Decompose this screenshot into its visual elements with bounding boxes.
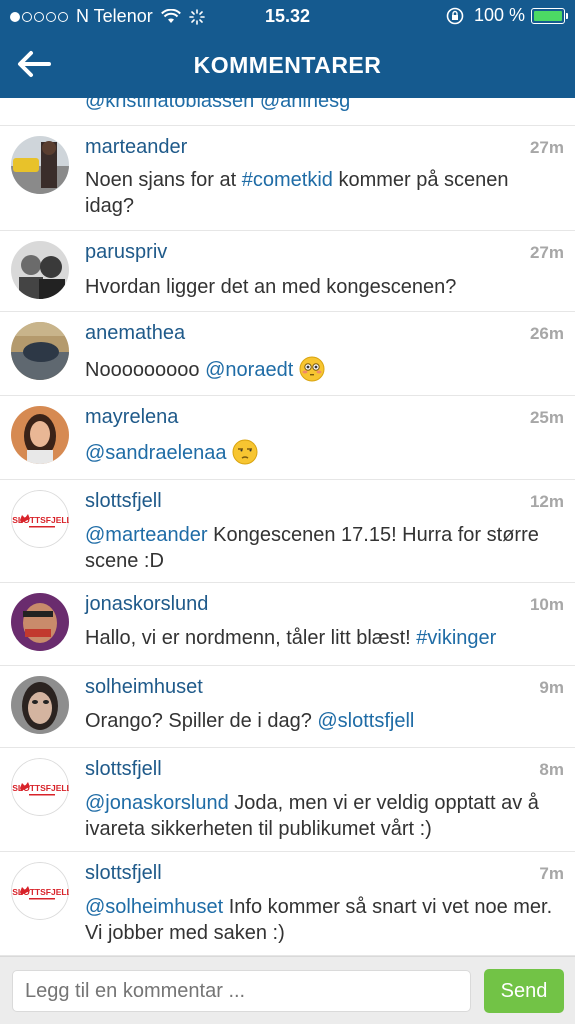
avatar[interactable]: SLOTTSFJELL bbox=[11, 758, 69, 816]
comment-text-segment: Hallo, vi er nordmenn, tåler litt blæst! bbox=[85, 627, 417, 649]
mention-link[interactable]: @noraedt bbox=[205, 359, 293, 381]
avatar[interactable]: SLOTTSFJELL bbox=[11, 862, 69, 920]
battery-icon bbox=[531, 7, 568, 24]
avatar[interactable] bbox=[11, 136, 69, 194]
avatar[interactable] bbox=[11, 593, 69, 651]
page-title: KOMMENTARER bbox=[193, 52, 382, 78]
comment-time: 10m bbox=[529, 595, 564, 614]
comments-list[interactable]: @kristinatobiassen @aninesg marteander 27… bbox=[0, 98, 575, 956]
comment-text-segment: Hvordan ligger det an med kongescenen? bbox=[85, 276, 457, 298]
comment-username[interactable]: slottsfjell bbox=[85, 862, 162, 885]
svg-text:SLOTTSFJELL: SLOTTSFJELL bbox=[12, 783, 69, 793]
comment-row[interactable]: solheimhuset 9m Orango? Spiller de i dag? … bbox=[0, 666, 575, 748]
comment-username[interactable]: anemathea bbox=[85, 322, 185, 345]
comment-time: 27m bbox=[529, 243, 564, 262]
mention-link[interactable]: @slottsfjell bbox=[317, 710, 414, 732]
mention-link[interactable]: @sandraelenaa bbox=[85, 442, 227, 464]
comment-text: @marteander Kongescenen 17.15! Hurra for… bbox=[85, 522, 563, 574]
status-right: 100 % bbox=[446, 5, 568, 26]
comment-username[interactable]: marteander bbox=[85, 136, 187, 159]
mention-link[interactable]: @marteander bbox=[85, 524, 208, 546]
svg-text:SLOTTSFJELL: SLOTTSFJELL bbox=[12, 515, 69, 525]
svg-text:SLOTTSFJELL: SLOTTSFJELL bbox=[12, 887, 69, 897]
avatar[interactable] bbox=[11, 676, 69, 734]
avatar[interactable] bbox=[11, 241, 69, 299]
status-bar: N Telenor 15.32 100 % bbox=[0, 0, 575, 32]
comment-row[interactable]: SLOTTSFJELL slottsfjell 7m @solheimhuset In… bbox=[0, 852, 575, 956]
comment-username[interactable]: mayrelena bbox=[85, 406, 178, 429]
comment-time: 7m bbox=[539, 864, 564, 883]
comment-username[interactable]: solheimhuset bbox=[85, 676, 203, 699]
comment-text: @solheimhuset Info kommer så snart vi ve… bbox=[85, 894, 563, 946]
comment-text: @jonaskorslund Joda, men vi er veldig op… bbox=[85, 790, 563, 842]
comment-input[interactable] bbox=[12, 970, 471, 1012]
comment-time: 9m bbox=[539, 678, 564, 697]
comment-text: Hvordan ligger det an med kongescenen? bbox=[85, 274, 563, 300]
comment-row[interactable]: mayrelena 25m @sandraelenaa bbox=[0, 396, 575, 480]
mention-link[interactable]: @jonaskorslund bbox=[85, 792, 229, 814]
comment-text-segment: Noen sjans for at bbox=[85, 169, 242, 191]
avatar[interactable] bbox=[11, 406, 69, 464]
comment-username[interactable]: paruspriv bbox=[85, 241, 167, 264]
comment-text: Orango? Spiller de i dag? @slottsfjell bbox=[85, 708, 563, 734]
comment-username[interactable]: slottsfjell bbox=[85, 490, 162, 513]
app-header: N Telenor 15.32 100 % KOMMENTARER bbox=[0, 0, 575, 98]
rotation-lock-icon bbox=[446, 7, 464, 24]
comment-text: @sandraelenaa bbox=[85, 439, 563, 466]
send-button[interactable]: Send bbox=[484, 969, 564, 1013]
comment-row[interactable]: SLOTTSFJELL slottsfjell 12m @marteander Kon… bbox=[0, 480, 575, 583]
comment-time: 12m bbox=[529, 492, 564, 511]
battery-percent: 100 % bbox=[473, 5, 525, 25]
partial-comment-text: @kristinatobiassen @aninesg bbox=[85, 98, 351, 112]
avatar[interactable] bbox=[11, 322, 69, 380]
emoji-icon bbox=[232, 439, 258, 465]
unamused-face-emoji-icon bbox=[232, 439, 258, 465]
avatar[interactable]: SLOTTSFJELL bbox=[11, 490, 69, 548]
comment-time: 8m bbox=[539, 760, 564, 779]
comment-time: 25m bbox=[529, 408, 564, 427]
comment-row[interactable]: jonaskorslund 10m Hallo, vi er nordmenn, t… bbox=[0, 583, 575, 666]
comment-username[interactable]: jonaskorslund bbox=[85, 593, 208, 616]
comment-row[interactable]: SLOTTSFJELL slottsfjell 8m @jonaskorslund J… bbox=[0, 748, 575, 852]
comment-row[interactable]: anemathea 26m Nooooooooo @noraedt bbox=[0, 312, 575, 396]
flushed-face-emoji-icon bbox=[299, 356, 325, 382]
hashtag-link[interactable]: #cometkid bbox=[242, 169, 333, 191]
comment-row[interactable]: paruspriv 27m Hvordan ligger det an med ko… bbox=[0, 231, 575, 312]
comment-time: 26m bbox=[529, 324, 564, 343]
mention-link[interactable]: @solheimhuset bbox=[85, 896, 223, 918]
comment-row[interactable]: marteander 27m Noen sjans for at #cometkid… bbox=[0, 126, 575, 231]
comment-text: Hallo, vi er nordmenn, tåler litt blæst!… bbox=[85, 625, 563, 651]
comment-text: Nooooooooo @noraedt bbox=[85, 356, 563, 383]
comment-bar: Send bbox=[0, 956, 575, 1024]
comment-time: 27m bbox=[529, 138, 564, 157]
partial-comment: @kristinatobiassen @aninesg bbox=[0, 98, 575, 126]
comment-text-segment: Orango? Spiller de i dag? bbox=[85, 710, 318, 732]
comment-text: Noen sjans for at #cometkid kommer på sc… bbox=[85, 167, 563, 219]
comment-username[interactable]: slottsfjell bbox=[85, 758, 162, 781]
comment-text-segment: Nooooooooo bbox=[85, 359, 206, 381]
hashtag-link[interactable]: #vikinger bbox=[416, 627, 496, 649]
emoji-icon bbox=[299, 356, 325, 382]
